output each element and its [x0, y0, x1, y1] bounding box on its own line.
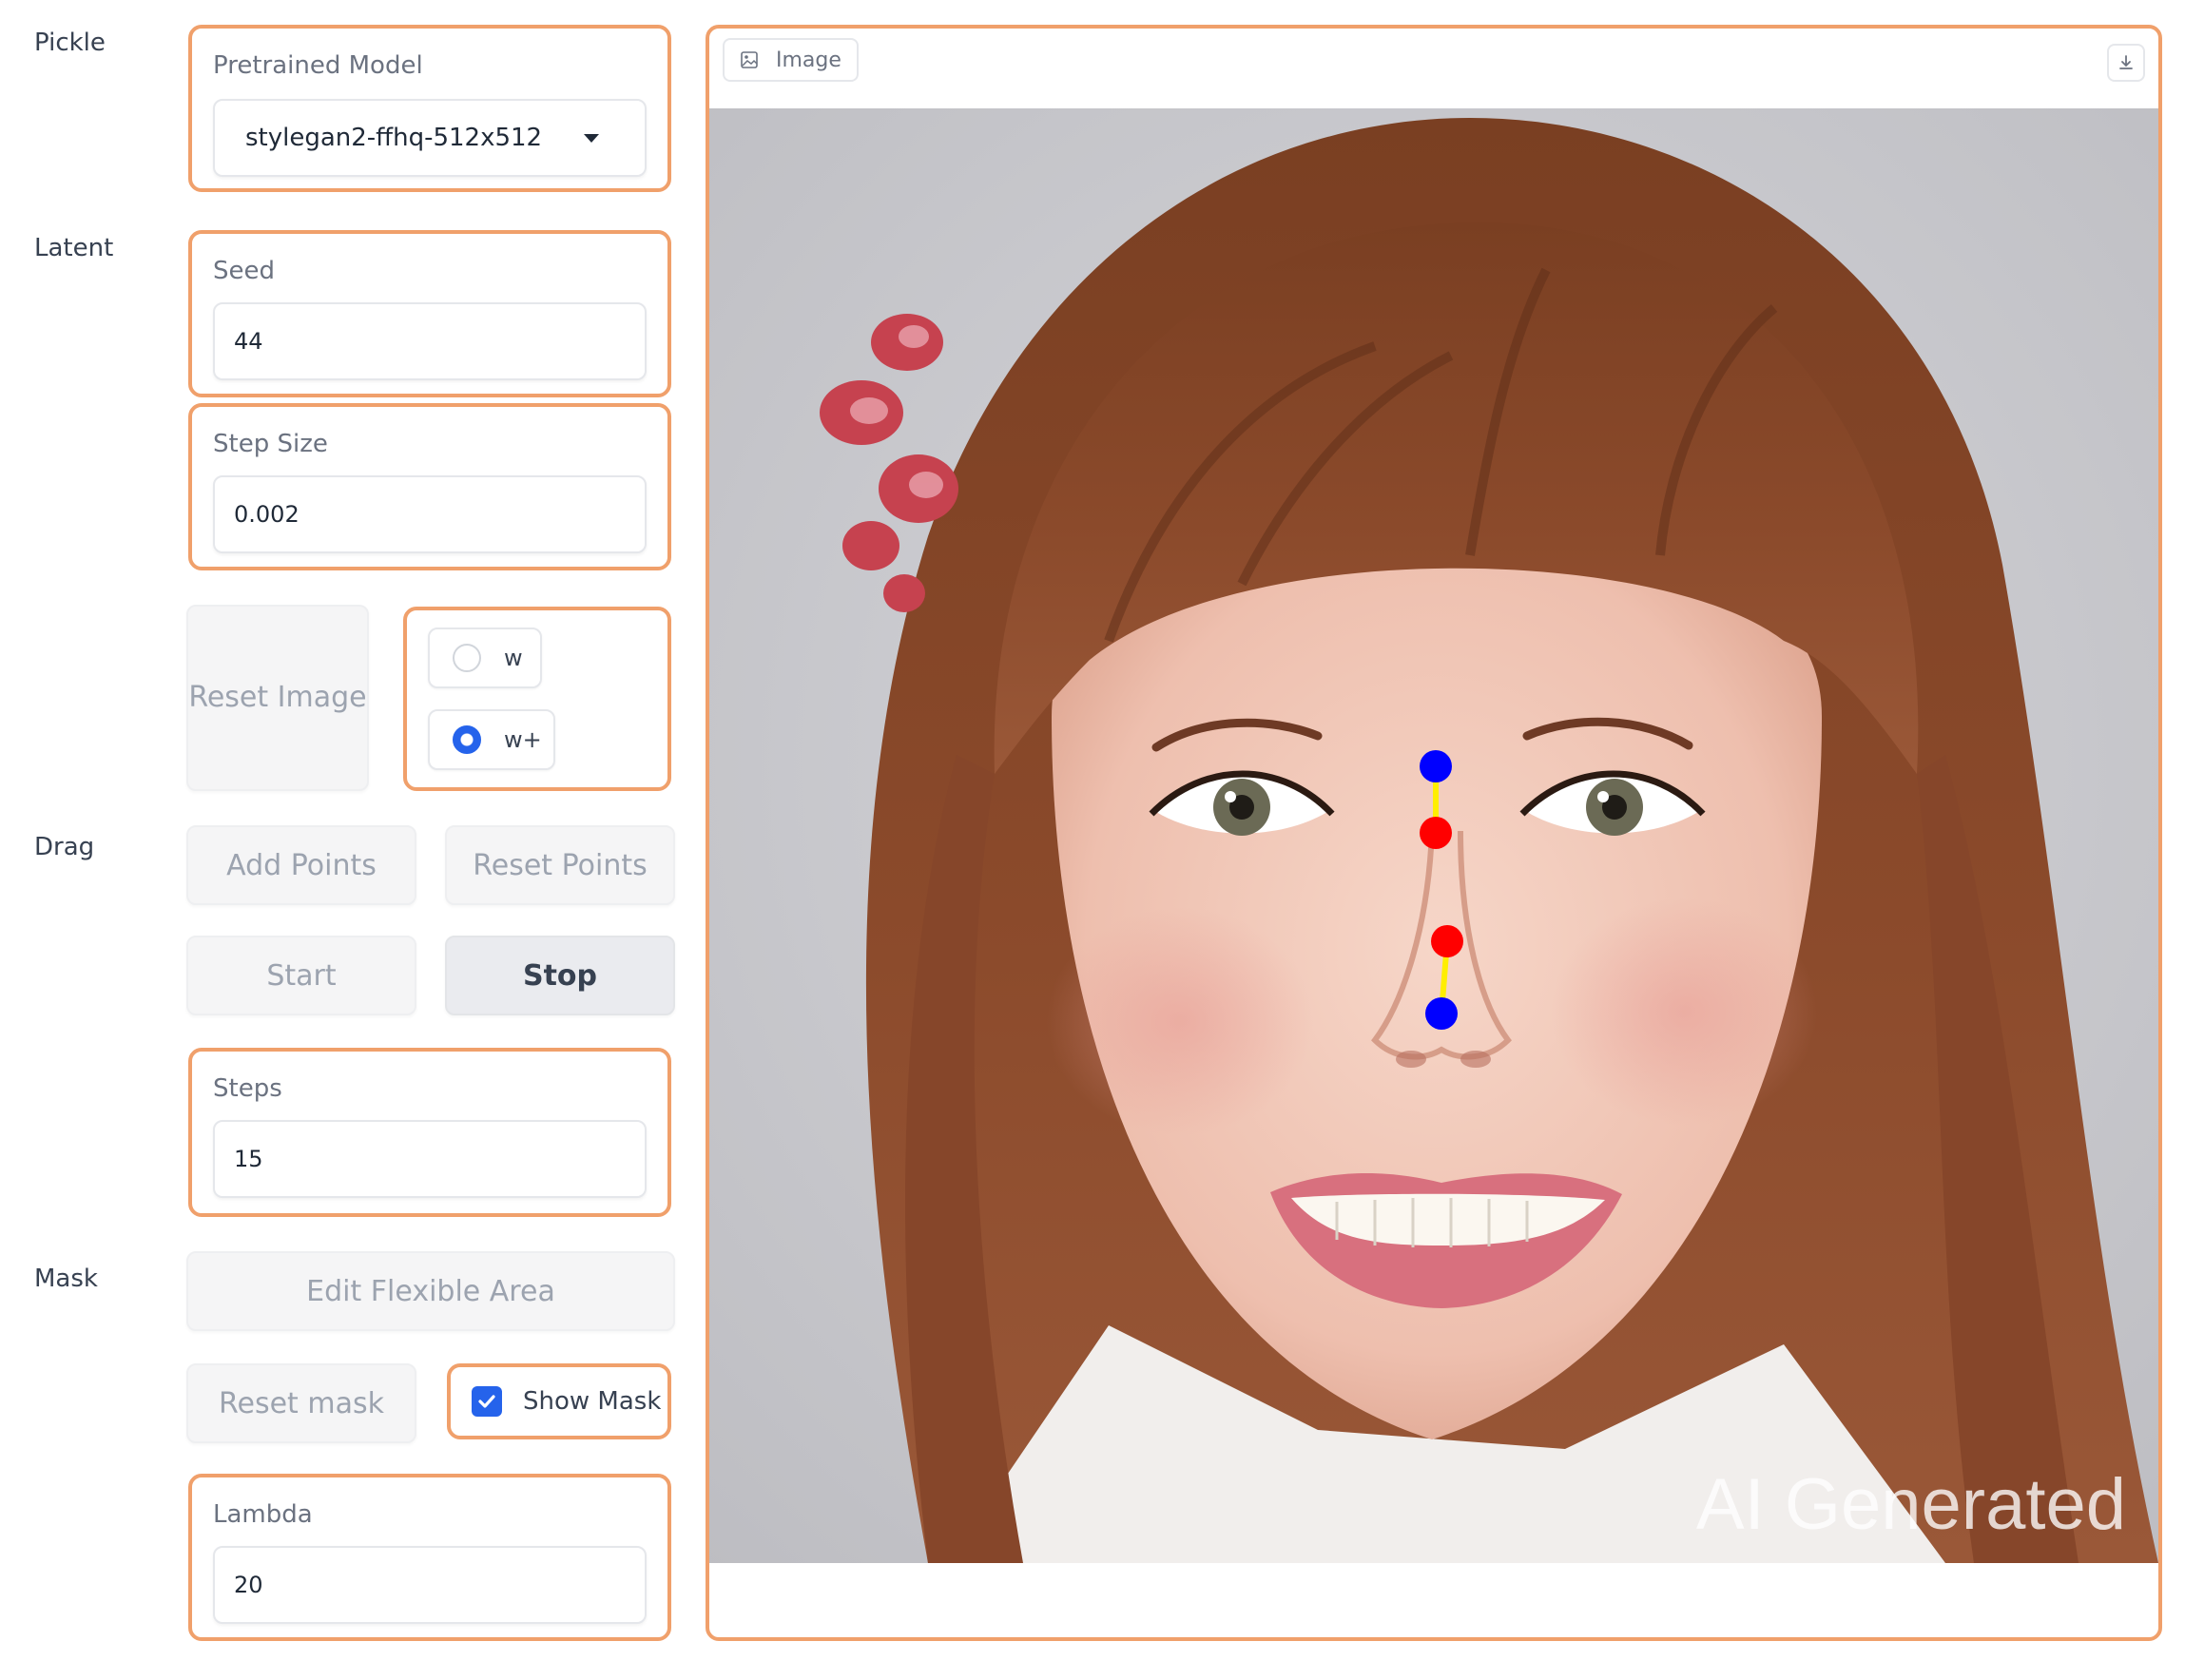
seed-label: Seed: [213, 257, 275, 285]
image-icon: [741, 51, 758, 68]
pretrained-model-panel: Pretrained Model stylegan2-ffhq-512x512: [188, 25, 671, 192]
steps-input[interactable]: 15: [213, 1120, 647, 1198]
seed-panel: Seed 44: [188, 230, 671, 397]
pretrained-model-dropdown[interactable]: stylegan2-ffhq-512x512: [213, 99, 647, 177]
latent-space-radio-group: w w+: [403, 607, 671, 791]
drag-canvas-image[interactable]: AI Generated: [709, 108, 2158, 1563]
lambda-panel: Lambda 20: [188, 1474, 671, 1641]
section-label-latent: Latent: [34, 234, 114, 262]
download-icon: [2119, 55, 2133, 69]
radio-label-w-plus: w+: [504, 726, 542, 753]
lambda-input[interactable]: 20: [213, 1546, 647, 1624]
image-panel: Image AI Generated: [706, 25, 2162, 1641]
radio-button-w[interactable]: [453, 644, 481, 672]
radio-option-w-plus[interactable]: w+: [428, 709, 555, 770]
reset-mask-button[interactable]: Reset mask: [186, 1363, 416, 1443]
face-image: [709, 108, 2158, 1563]
target-point-2[interactable]: [1431, 925, 1463, 957]
stop-button[interactable]: Stop: [445, 936, 675, 1015]
section-label-drag: Drag: [34, 833, 95, 861]
radio-option-w[interactable]: w: [428, 628, 542, 688]
steps-label: Steps: [213, 1074, 282, 1103]
pretrained-model-label: Pretrained Model: [213, 51, 423, 80]
step-size-label: Step Size: [213, 430, 328, 458]
add-points-button[interactable]: Add Points: [186, 825, 416, 905]
reset-image-button[interactable]: Reset Image: [186, 605, 369, 791]
show-mask-checkbox[interactable]: [472, 1386, 502, 1417]
image-tab: Image: [723, 38, 859, 82]
steps-panel: Steps 15: [188, 1048, 671, 1217]
lambda-label: Lambda: [213, 1500, 313, 1529]
radio-button-w-plus[interactable]: [453, 725, 481, 754]
pretrained-model-value: stylegan2-ffhq-512x512: [245, 124, 543, 152]
watermark: AI Generated: [1695, 1464, 2126, 1545]
edit-flexible-area-button[interactable]: Edit Flexible Area: [186, 1251, 675, 1331]
step-size-input[interactable]: 0.002: [213, 475, 647, 553]
start-button[interactable]: Start: [186, 936, 416, 1015]
section-label-mask: Mask: [34, 1265, 98, 1293]
target-point-1[interactable]: [1420, 817, 1452, 849]
show-mask-label: Show Mask: [523, 1387, 662, 1416]
radio-label-w: w: [504, 645, 523, 671]
image-tab-label: Image: [776, 48, 841, 72]
reset-points-button[interactable]: Reset Points: [445, 825, 675, 905]
handle-point-1[interactable]: [1420, 750, 1452, 782]
download-button[interactable]: [2107, 44, 2145, 82]
seed-input[interactable]: 44: [213, 302, 647, 380]
show-mask-checkbox-container[interactable]: Show Mask: [447, 1363, 671, 1439]
chevron-down-icon: [584, 134, 599, 143]
handle-point-2[interactable]: [1425, 997, 1458, 1030]
checkmark-icon: [478, 1395, 495, 1408]
section-label-pickle: Pickle: [34, 29, 106, 57]
step-size-panel: Step Size 0.002: [188, 403, 671, 570]
